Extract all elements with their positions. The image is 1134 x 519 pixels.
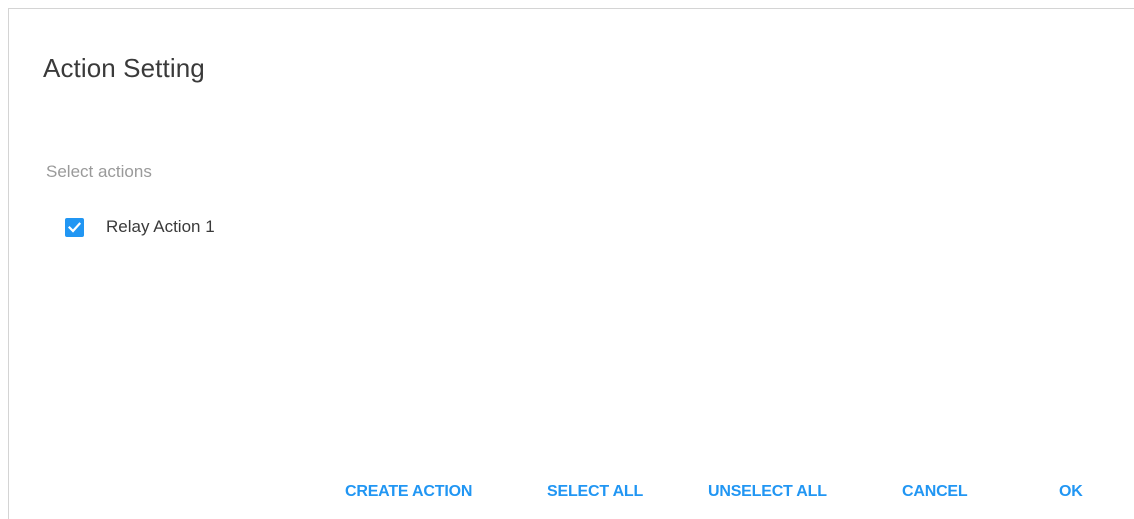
action-option-relay-action-1[interactable]: Relay Action 1 bbox=[65, 217, 215, 237]
create-action-button[interactable]: CREATE ACTION bbox=[345, 483, 472, 501]
select-all-button[interactable]: SELECT ALL bbox=[547, 483, 643, 501]
dialog-actions: CREATE ACTION SELECT ALL UNSELECT ALL CA… bbox=[9, 483, 1134, 507]
cancel-button[interactable]: CANCEL bbox=[902, 483, 968, 501]
checkbox[interactable] bbox=[65, 217, 84, 237]
check-icon bbox=[68, 221, 81, 233]
select-actions-label: Select actions bbox=[46, 162, 152, 181]
option-label: Relay Action 1 bbox=[106, 217, 215, 236]
unselect-all-button[interactable]: UNSELECT ALL bbox=[708, 483, 827, 501]
dialog-title: Action Setting bbox=[43, 53, 205, 83]
ok-button[interactable]: OK bbox=[1059, 483, 1083, 501]
action-setting-dialog: Action Setting Select actions Relay Acti… bbox=[8, 8, 1134, 519]
